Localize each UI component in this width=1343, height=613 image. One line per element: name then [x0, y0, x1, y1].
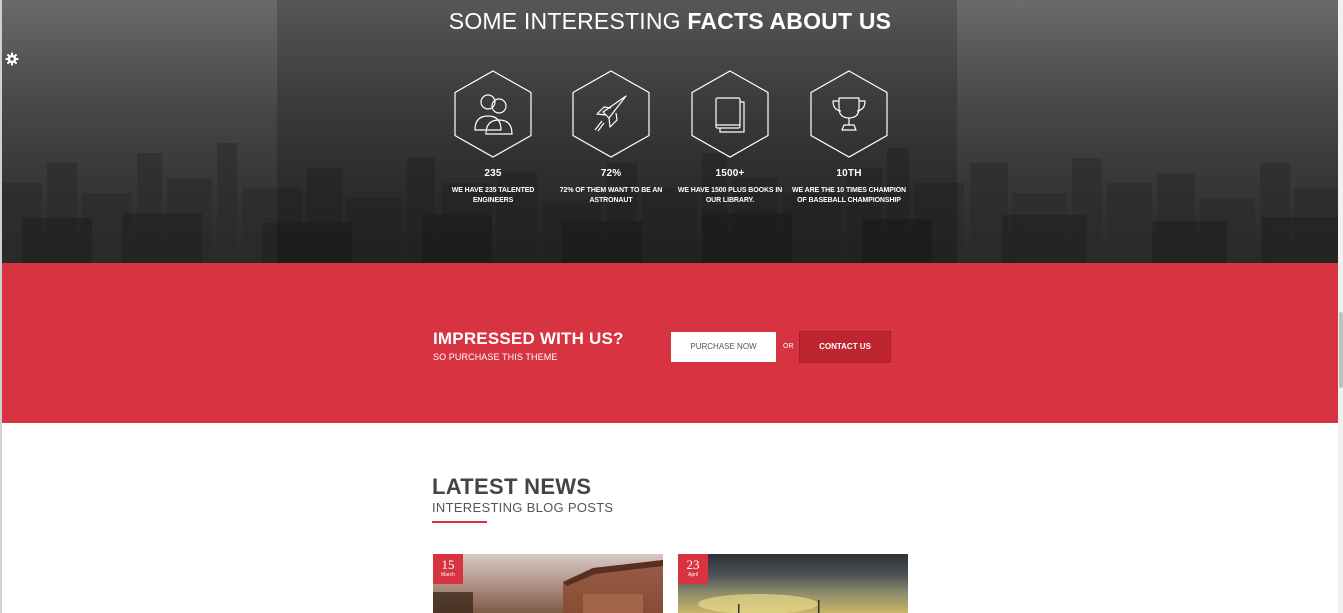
post-date-month: April [687, 572, 698, 578]
news-heading: LATEST NEWS [432, 474, 592, 499]
facts-heading-light: SOME INTERESTING [448, 8, 681, 34]
fact-description: 72% OF THEM WANT TO BE AN ASTRONAUT [559, 187, 663, 204]
post-date-badge: 23 April [678, 554, 708, 584]
fact-number: 72% [600, 168, 622, 179]
latest-news-section: LATEST NEWS INTERESTING BLOG POSTS 15 Ma… [0, 423, 1343, 613]
fact-item-astronaut: 72% 72% OF THEM WANT TO BE AN ASTRONAUT [551, 70, 671, 206]
fact-number: 235 [484, 168, 502, 179]
blog-post-image [433, 560, 663, 613]
fact-item-engineers: 235 WE HAVE 235 TALENTED ENGINEERS [433, 70, 553, 206]
users-icon [454, 70, 532, 158]
facts-heading-bold: FACTS ABOUT US [687, 8, 892, 34]
news-subheading: INTERESTING BLOG POSTS [432, 500, 614, 515]
post-date-month: March [441, 572, 455, 578]
rocket-icon [572, 70, 650, 158]
fact-item-books: 1500+ WE HAVE 1500 PLUS BOOKS IN OUR LIB… [670, 70, 790, 206]
trophy-icon [810, 70, 888, 158]
post-date-day: 15 [441, 557, 455, 572]
cta-banner: IMPRESSED WITH US? SO PURCHASE THIS THEM… [2, 263, 1338, 423]
fact-number: 1500+ [715, 168, 745, 179]
book-icon [691, 70, 769, 158]
fact-number: 10TH [836, 168, 862, 179]
post-date-badge: 15 March [433, 554, 463, 584]
post-date-day: 23 [686, 557, 700, 572]
fact-description: WE HAVE 235 TALENTED ENGINEERS [451, 187, 535, 204]
fact-description: WE HAVE 1500 PLUS BOOKS IN OUR LIBRARY. [677, 187, 783, 204]
facts-heading: SOME INTERESTING FACTS ABOUT US [2, 8, 1338, 35]
contact-us-button[interactable]: CONTACT US [799, 331, 891, 363]
blog-post-card[interactable]: 15 March [433, 554, 663, 613]
news-heading-underline [432, 521, 487, 523]
purchase-now-button[interactable]: PURCHASE NOW [671, 332, 776, 362]
fact-description: WE ARE THE 10 TIMES CHAMPION OF BASEBALL… [791, 187, 906, 204]
blog-post-image [698, 594, 820, 613]
or-separator: OR [783, 343, 794, 350]
gear-icon[interactable] [5, 52, 19, 66]
cta-subheading: SO PURCHASE THIS THEME [433, 352, 558, 362]
page-scrollbar[interactable] [1338, 0, 1343, 613]
facts-section: SOME INTERESTING FACTS ABOUT US 235 WE H… [2, 0, 1338, 263]
blog-post-card[interactable]: 23 April [678, 554, 908, 613]
scrollbar-thumb[interactable] [1339, 312, 1343, 388]
fact-item-championship: 10TH WE ARE THE 10 TIMES CHAMPION OF BAS… [789, 70, 909, 206]
cta-heading: IMPRESSED WITH US? [433, 329, 624, 348]
